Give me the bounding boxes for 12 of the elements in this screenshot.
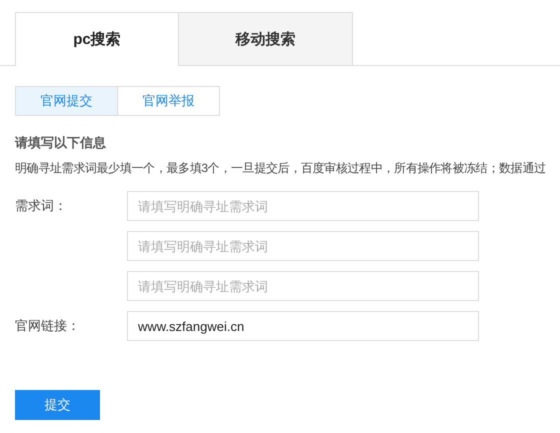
section-heading: 请填写以下信息 [15, 134, 107, 152]
input-field[interactable]: 请填写明确寻址需求词 [127, 231, 479, 261]
input-field[interactable]: 请填写明确寻址需求词 [127, 191, 479, 221]
tab[interactable]: pc搜索 [15, 12, 179, 66]
submit-button[interactable]: 提交 [15, 390, 100, 420]
input-field[interactable]: www.szfangwei.cn [127, 311, 479, 341]
tab[interactable]: 移动搜索 [178, 12, 353, 65]
field-label: 官网链接： [15, 318, 80, 333]
field-label: 需求词： [15, 198, 67, 213]
sub-tab[interactable]: 官网举报 [117, 86, 220, 116]
description-text: 明确寻址需求词最少填一个，最多填3个，一旦提交后，百度审核过程中，所有操作将被冻结；数据通过 [15, 160, 547, 177]
input-field[interactable]: 请填写明确寻址需求词 [127, 271, 479, 301]
